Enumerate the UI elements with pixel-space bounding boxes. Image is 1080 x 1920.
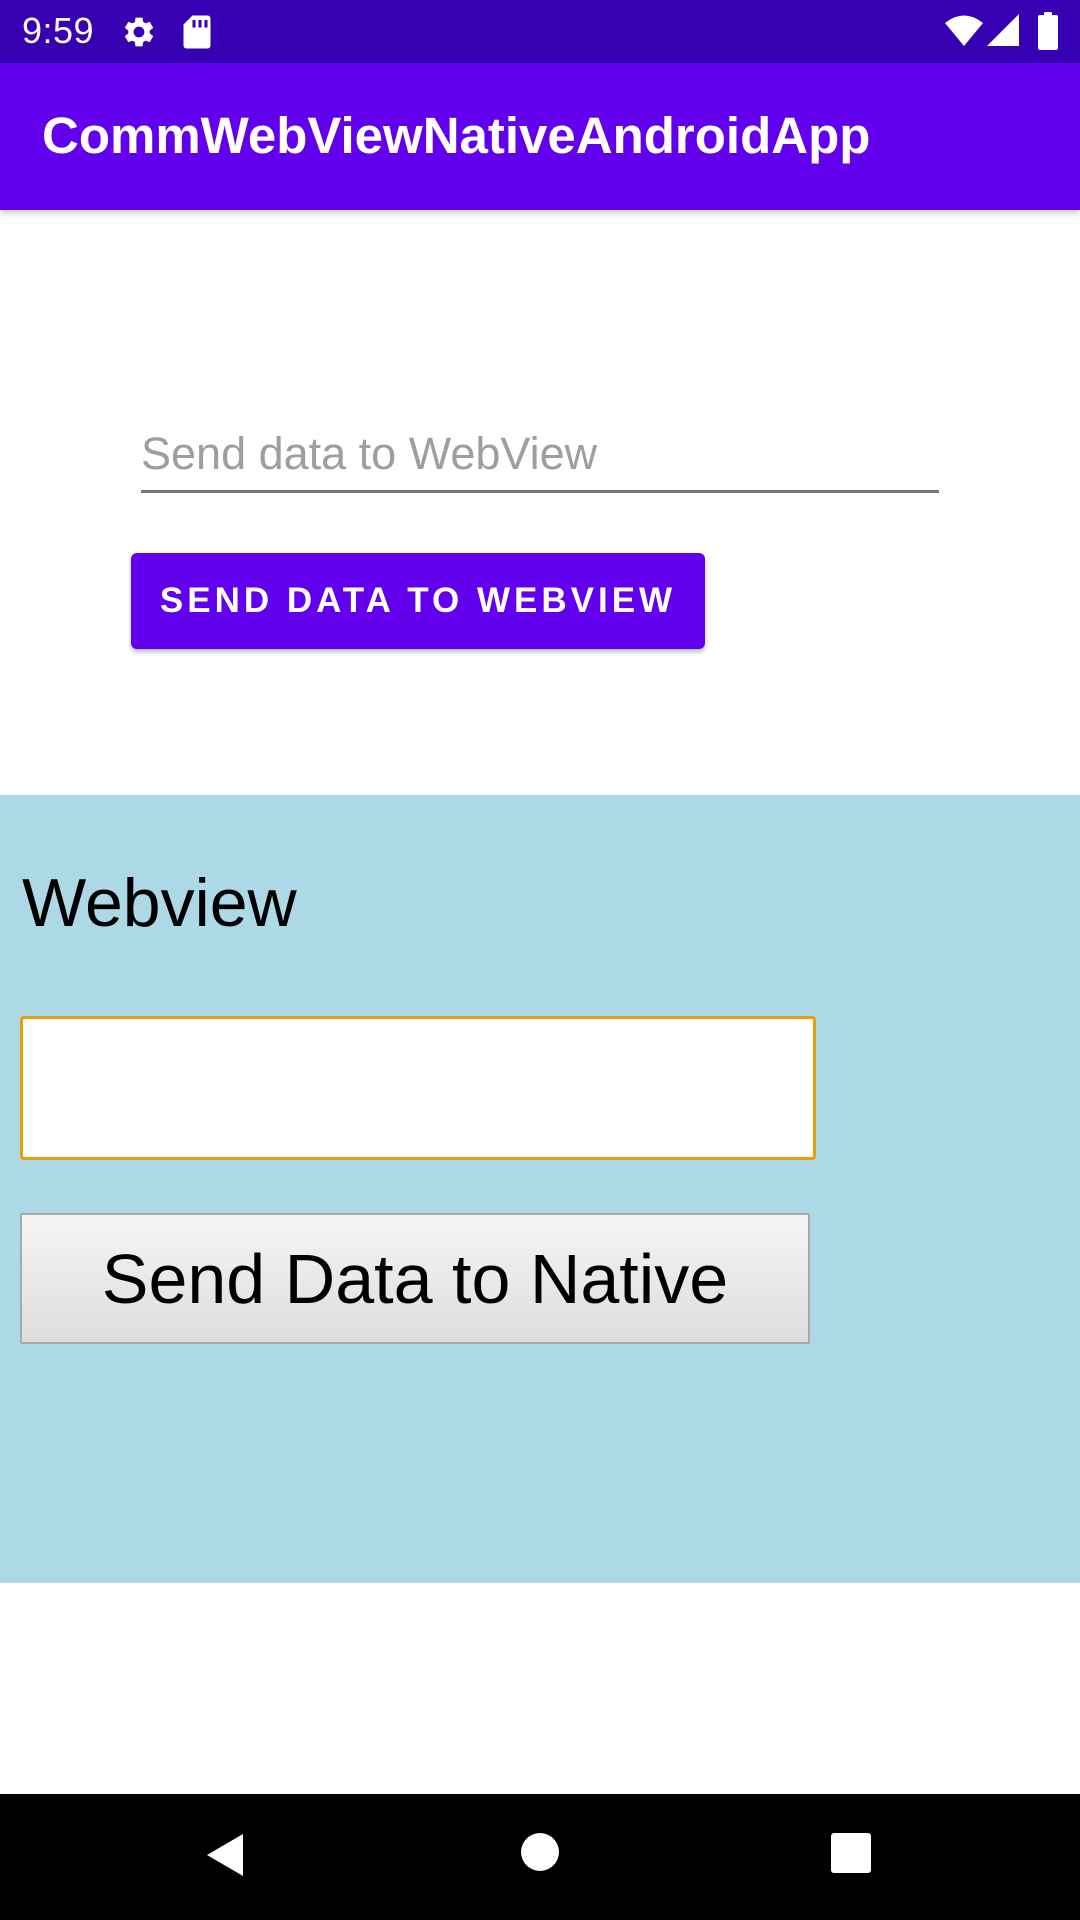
wifi-icon bbox=[944, 14, 984, 53]
status-bar: 9:59 bbox=[0, 0, 1080, 63]
app-title: CommWebViewNativeAndroidApp bbox=[42, 107, 871, 164]
navigation-bar bbox=[0, 1794, 1080, 1920]
status-time: 9:59 bbox=[22, 10, 95, 51]
cell-signal-icon bbox=[986, 12, 1020, 53]
send-data-to-webview-button[interactable]: SEND DATA TO WEBVIEW bbox=[131, 553, 705, 649]
native-input-underline bbox=[141, 418, 939, 493]
gear-icon bbox=[121, 14, 157, 55]
webview-text-input[interactable] bbox=[20, 1016, 816, 1160]
recents-icon[interactable] bbox=[831, 1833, 871, 1878]
home-icon[interactable] bbox=[520, 1832, 560, 1877]
battery-icon bbox=[1037, 12, 1059, 55]
send-to-webview-input[interactable] bbox=[141, 418, 939, 490]
sd-card-icon bbox=[182, 14, 212, 55]
app-bar: CommWebViewNativeAndroidApp bbox=[0, 63, 1080, 210]
webview-heading: Webview bbox=[22, 865, 297, 941]
send-data-to-native-button[interactable]: Send Data to Native bbox=[20, 1213, 810, 1344]
back-icon[interactable] bbox=[205, 1832, 245, 1883]
webview-area: Webview Send Data to Native bbox=[0, 795, 1080, 1583]
